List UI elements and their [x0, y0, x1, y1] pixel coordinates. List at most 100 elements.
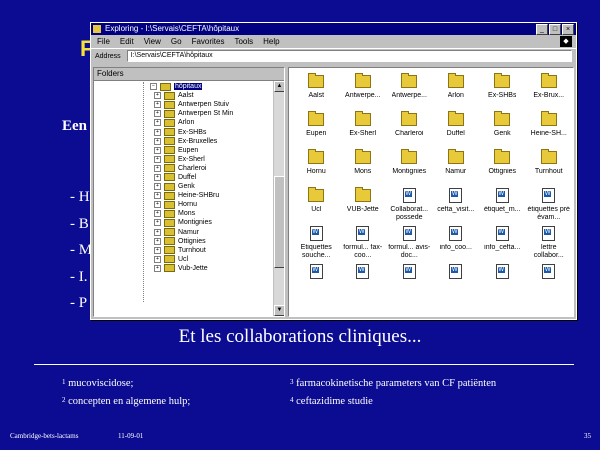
folder-tree-pane[interactable]: Folders − hôpitaux + Aalst + Antwerpen Stuiv +… — [93, 67, 285, 317]
tree-item[interactable]: + Turnhout — [154, 246, 233, 255]
minimize-button[interactable]: _ — [536, 24, 548, 35]
document-item[interactable] — [433, 262, 480, 300]
menu-edit[interactable]: Edit — [120, 35, 134, 48]
folder-item[interactable]: Ucl — [293, 186, 340, 224]
scroll-up-arrow-icon[interactable]: ▲ — [274, 81, 284, 92]
menu-view[interactable]: View — [144, 35, 161, 48]
expand-icon[interactable]: + — [154, 164, 161, 172]
folder-item[interactable]: Duffel — [433, 110, 480, 148]
tree-item[interactable]: + Heine-SHBru — [154, 191, 233, 200]
expand-icon[interactable]: + — [154, 128, 161, 136]
expand-icon[interactable]: + — [154, 264, 161, 272]
document-item[interactable] — [479, 262, 526, 300]
tree-item[interactable]: + Duffel — [154, 173, 233, 182]
expand-icon[interactable]: + — [154, 228, 161, 236]
expand-icon[interactable]: + — [154, 173, 161, 181]
tree-item[interactable]: + Mons — [154, 209, 233, 218]
tree-item[interactable]: + Ucl — [154, 255, 233, 264]
expand-icon[interactable]: + — [154, 183, 161, 191]
folder-item[interactable]: Ex-Sherl — [340, 110, 387, 148]
tree-item[interactable]: + Eupen — [154, 146, 233, 155]
expand-icon[interactable]: + — [154, 246, 161, 254]
tree-item-selected[interactable]: − hôpitaux — [150, 82, 233, 91]
folder-item[interactable]: Ex-SHBs — [479, 72, 526, 110]
expand-icon[interactable]: + — [154, 237, 161, 245]
document-item[interactable]: formul... avis-doc... — [386, 224, 433, 262]
close-button[interactable]: × — [562, 24, 574, 35]
expand-icon[interactable]: + — [154, 210, 161, 218]
menu-help[interactable]: Help — [263, 35, 279, 48]
document-item[interactable]: Collaborat... possede — [386, 186, 433, 224]
folder-icon — [164, 155, 175, 164]
scroll-down-arrow-icon[interactable]: ▼ — [274, 305, 284, 316]
document-item[interactable]: Etiquettes souche... — [293, 224, 340, 262]
tree-item[interactable]: + Vub-Jette — [154, 264, 233, 273]
document-item[interactable]: étiquet_m... — [479, 186, 526, 224]
expand-icon[interactable]: + — [154, 137, 161, 145]
folder-item[interactable]: Ex-Brux... — [526, 72, 573, 110]
window-titlebar[interactable]: Exploring - I:\Servais\CEFTA\hôpitaux _ … — [91, 23, 576, 35]
document-item[interactable] — [293, 262, 340, 300]
folder-item[interactable]: Montignies — [386, 148, 433, 186]
tree-item[interactable]: + Charleroi — [154, 164, 233, 173]
folder-item[interactable]: Eupen — [293, 110, 340, 148]
address-input[interactable]: I:\Servais\CEFTA\hôpitaux — [126, 50, 572, 62]
expand-icon[interactable]: + — [154, 101, 161, 109]
document-item[interactable]: étiquettes pré évam... — [526, 186, 573, 224]
tree-item[interactable]: + Ex-SHBs — [154, 127, 233, 137]
folder-item[interactable]: Genk — [479, 110, 526, 148]
document-item[interactable]: info_cefta... — [479, 224, 526, 262]
expand-icon[interactable]: + — [154, 92, 161, 100]
menu-file[interactable]: File — [97, 35, 110, 48]
folder-item[interactable]: Arlon — [433, 72, 480, 110]
folder-item[interactable]: Antwerpe... — [340, 72, 387, 110]
tree-item[interactable]: + Namur — [154, 228, 233, 237]
folder-item[interactable]: Turnhout — [526, 148, 573, 186]
tree-item[interactable]: + Montignies — [154, 218, 233, 227]
tree-item[interactable]: + Antwerpen St Min — [154, 109, 233, 118]
document-item[interactable]: info_coo... — [433, 224, 480, 262]
folder-item[interactable]: Mons — [340, 148, 387, 186]
tree-item-label: Hornu — [178, 201, 198, 209]
tree-item[interactable]: + Ottignies — [154, 237, 233, 246]
menu-favorites[interactable]: Favorites — [192, 35, 225, 48]
tree-item[interactable]: + Arlon — [154, 118, 233, 127]
explorer-window[interactable]: Exploring - I:\Servais\CEFTA\hôpitaux _ … — [90, 22, 577, 320]
folder-item[interactable]: VUB-Jette — [340, 186, 387, 224]
folder-item[interactable]: Aalst — [293, 72, 340, 110]
maximize-button[interactable]: □ — [549, 24, 561, 35]
folder-item[interactable]: Ottignies — [479, 148, 526, 186]
expand-icon[interactable]: + — [154, 110, 161, 118]
tree-item[interactable]: + Genk — [154, 182, 233, 191]
tree-item[interactable]: + Hornu — [154, 200, 233, 209]
document-item[interactable] — [386, 262, 433, 300]
tree-scrollbar[interactable]: ▲ ▼ — [273, 81, 284, 316]
tree-item[interactable]: + Aalst — [154, 91, 233, 100]
expand-icon[interactable]: + — [154, 119, 161, 127]
tree-item[interactable]: + Ex-Sherl — [154, 155, 233, 164]
folder-item[interactable]: Namur — [433, 148, 480, 186]
menu-tools[interactable]: Tools — [234, 35, 253, 48]
menu-go[interactable]: Go — [171, 35, 182, 48]
document-item[interactable] — [526, 262, 573, 300]
expand-icon[interactable]: + — [154, 155, 161, 163]
expand-icon[interactable]: + — [154, 219, 161, 227]
folder-item[interactable]: Hornu — [293, 148, 340, 186]
expand-icon[interactable]: + — [154, 255, 161, 263]
expand-icon[interactable]: + — [154, 146, 161, 154]
tree-item[interactable]: + Antwerpen Stuiv — [154, 100, 233, 109]
folder-item[interactable]: Heine-SH... — [526, 110, 573, 148]
file-list-pane[interactable]: Aalst Antwerpe... Antwerpe... Arlon Ex-SHBs E… — [288, 67, 574, 317]
expand-icon[interactable]: + — [154, 192, 161, 200]
folder-item[interactable]: Charleroi — [386, 110, 433, 148]
tree-item[interactable]: + Ex-Bruxelles — [154, 137, 233, 146]
collapse-icon[interactable]: − — [150, 83, 157, 91]
document-item[interactable]: formul... fax-coo... — [340, 224, 387, 262]
scroll-thumb[interactable] — [274, 176, 284, 268]
document-item[interactable]: lettre collabor... — [526, 224, 573, 262]
document-item[interactable] — [340, 262, 387, 300]
folder-item[interactable]: Antwerpe... — [386, 72, 433, 110]
tree-item-label: hôpitaux — [174, 83, 203, 91]
expand-icon[interactable]: + — [154, 201, 161, 209]
document-item[interactable]: cefta_visit... — [433, 186, 480, 224]
